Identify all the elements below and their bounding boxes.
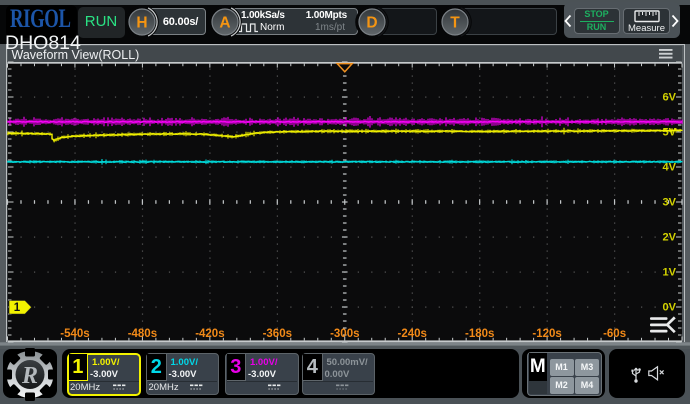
svg-text:-360s: -360s [263, 328, 292, 340]
svg-text:-180s: -180s [465, 328, 494, 340]
svg-text:4V: 4V [663, 162, 677, 174]
svg-text:-540s: -540s [60, 328, 89, 340]
svg-text:-420s: -420s [195, 328, 224, 340]
svg-text:5V: 5V [663, 127, 677, 139]
svg-text:-120s: -120s [532, 328, 561, 340]
svg-text:0V: 0V [663, 302, 677, 314]
svg-text:3V: 3V [663, 197, 677, 209]
svg-text:-60s: -60s [603, 328, 626, 340]
svg-text:H: H [136, 14, 147, 31]
svg-text:6V: 6V [663, 92, 677, 104]
svg-text:1V: 1V [663, 267, 677, 279]
svg-text:D: D [366, 15, 377, 32]
svg-text:1: 1 [14, 302, 21, 314]
svg-text:A: A [219, 14, 230, 31]
svg-text:-240s: -240s [397, 328, 426, 340]
svg-text:R: R [21, 363, 38, 389]
svg-text:-480s: -480s [128, 328, 157, 340]
svg-text:2V: 2V [663, 232, 677, 244]
svg-text:T: T [450, 15, 460, 32]
svg-text:-300s: -300s [330, 328, 359, 340]
